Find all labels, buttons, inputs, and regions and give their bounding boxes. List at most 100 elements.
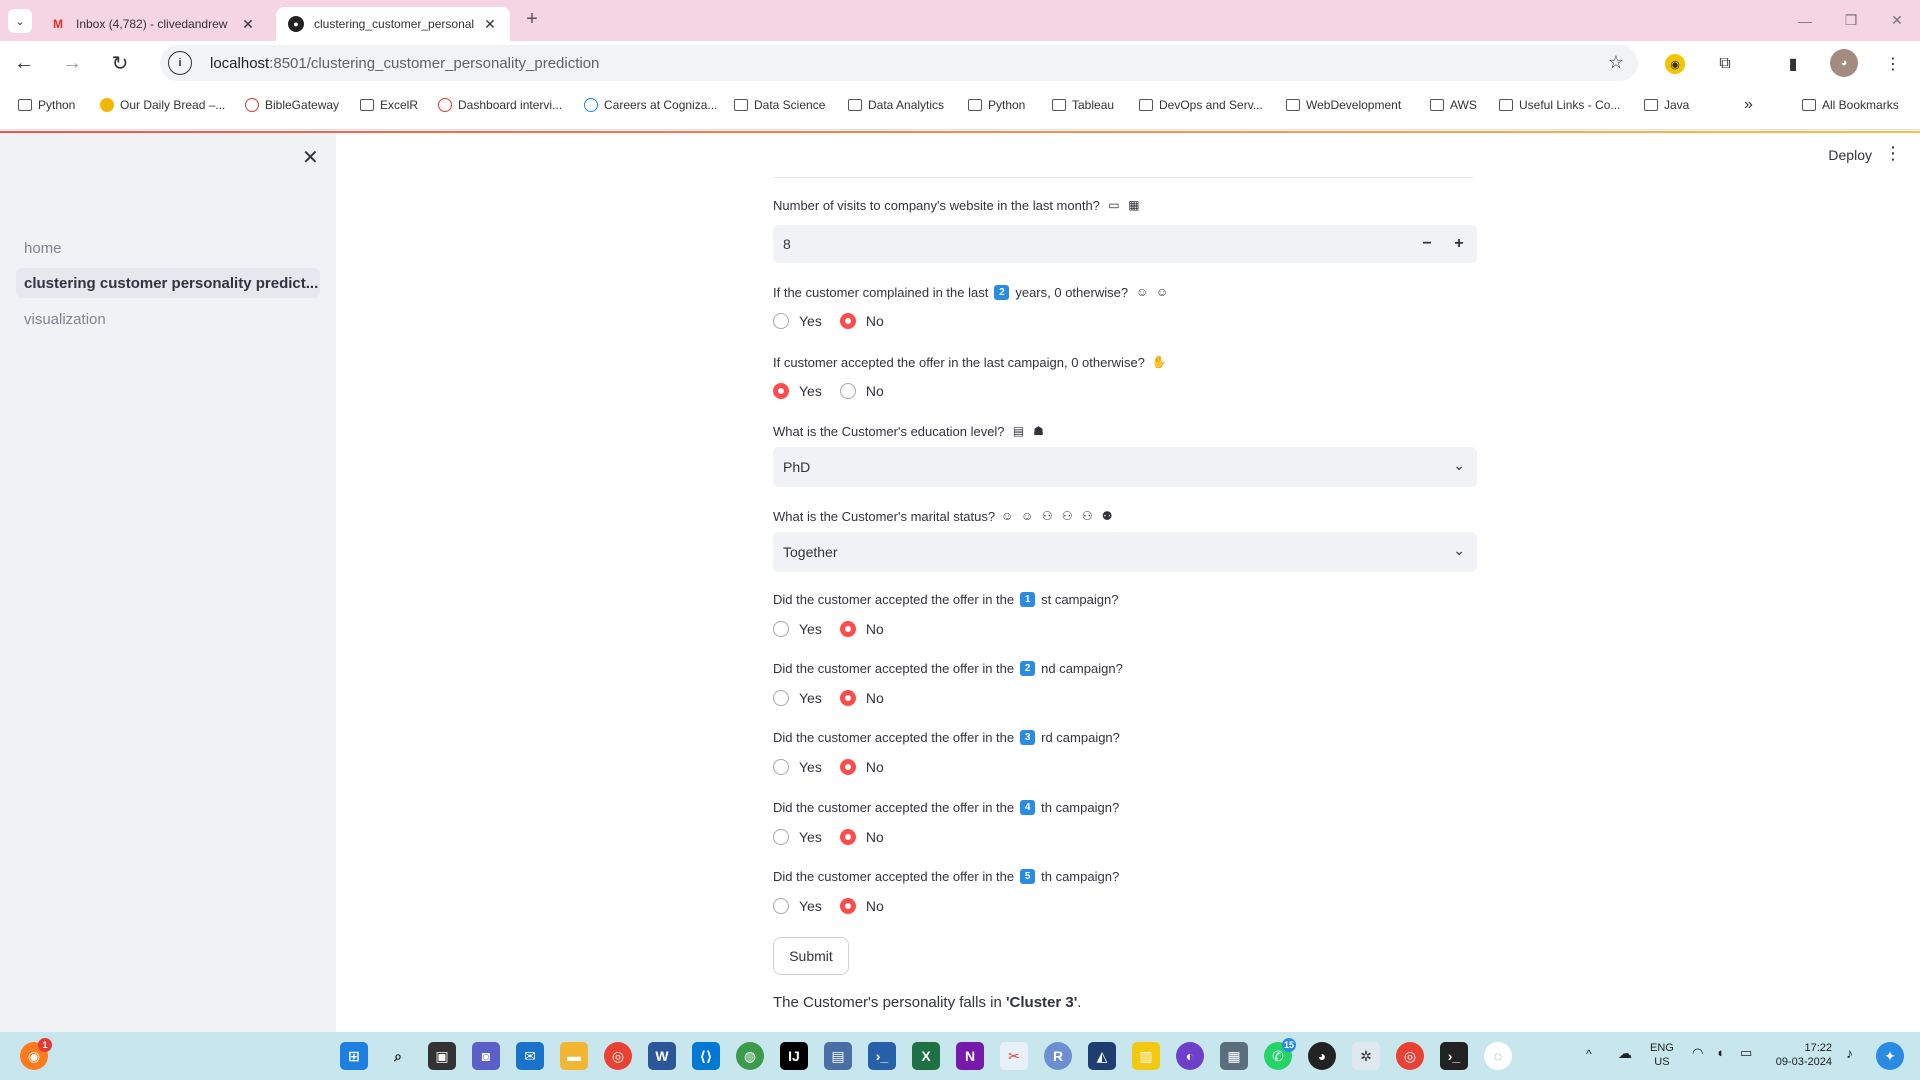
address-bar[interactable]: i localhost:8501/clustering_customer_per… [160, 45, 1638, 81]
intellij-icon[interactable]: IJ [780, 1042, 808, 1070]
campaign-1-option-no[interactable]: No [839, 621, 884, 637]
all-bookmarks[interactable]: All Bookmarks [1802, 98, 1899, 112]
decrement-button[interactable]: − [1415, 232, 1439, 256]
language-indicator[interactable]: ENG US [1650, 1041, 1674, 1069]
onedrive-icon[interactable]: ☁ [1618, 1046, 1632, 1060]
search-icon[interactable]: ⌕ [384, 1042, 412, 1070]
site-info-icon[interactable]: i [168, 51, 192, 75]
whatsapp-icon[interactable]: ✆ 15 [1264, 1038, 1296, 1070]
bookmark-java[interactable]: Java [1644, 98, 1689, 112]
profile-avatar[interactable]: ◕ [1830, 49, 1858, 77]
clock[interactable]: 17:22 09-03-2024 [1772, 1041, 1832, 1069]
response-option-no[interactable]: No [839, 383, 884, 399]
bookmark-python-2[interactable]: Python [968, 98, 1025, 112]
campaign-1-option-yes[interactable]: Yes [773, 621, 822, 637]
bookmark-star-icon[interactable]: ☆ [1608, 52, 1624, 73]
bookmark-biblegateway[interactable]: BibleGateway [245, 98, 339, 112]
task-view-icon[interactable]: ▣ [428, 1042, 456, 1070]
campaign-2-option-yes[interactable]: Yes [773, 690, 822, 706]
r-icon[interactable]: R [1044, 1042, 1072, 1070]
snip-app-icon[interactable]: ✂ [1000, 1042, 1028, 1070]
browser-icon[interactable]: ◍ [736, 1042, 764, 1070]
response-option-yes[interactable]: Yes [773, 383, 822, 399]
close-icon[interactable]: ✕ [482, 16, 498, 33]
bookmark-tableau[interactable]: Tableau [1052, 98, 1114, 112]
excel-icon[interactable]: X [912, 1042, 940, 1070]
vscode-icon[interactable]: ⟨⟩ [692, 1042, 720, 1070]
reload-icon[interactable]: ↻ [106, 49, 134, 77]
bookmark-our-daily-bread[interactable]: Our Daily Bread –... [100, 98, 225, 112]
url-text[interactable]: localhost:8501/clustering_customer_perso… [210, 55, 599, 72]
minimize-icon[interactable]: — [1782, 0, 1828, 41]
mysql-icon[interactable]: ◭ [1088, 1042, 1116, 1070]
volume-icon[interactable]: ◖ [1716, 1046, 1724, 1060]
mail-icon[interactable]: ✉ [516, 1042, 544, 1070]
deploy-button[interactable]: Deploy [1828, 147, 1872, 163]
powerbi-icon[interactable]: ▥ [1132, 1042, 1160, 1070]
main-menu-icon[interactable]: ⋮ [1884, 143, 1902, 164]
campaign-3-option-no[interactable]: No [839, 759, 884, 775]
loading-app-icon[interactable]: ◌ [1484, 1042, 1512, 1070]
settings-gear-icon[interactable]: ✲ [1352, 1042, 1380, 1070]
window-close-icon[interactable]: ✕ [1874, 0, 1920, 41]
campaign-5-option-no[interactable]: No [839, 898, 884, 914]
snipping-tool-icon[interactable]: ▤ [824, 1042, 852, 1070]
chrome-profile-icon[interactable]: ◎ [1396, 1042, 1424, 1070]
campaign-5-option-yes[interactable]: Yes [773, 898, 822, 914]
bookmark-excelr[interactable]: ExcelR [360, 98, 418, 112]
notifications-bell-icon[interactable]: ♪ [1846, 1046, 1853, 1060]
file-explorer-icon[interactable]: ▬ [560, 1042, 588, 1070]
side-panel-icon[interactable]: ▮ [1780, 51, 1806, 77]
back-icon[interactable]: ← [10, 49, 38, 77]
powershell-icon[interactable]: ›_ [868, 1042, 896, 1070]
campaign-2-option-no[interactable]: No [839, 690, 884, 706]
bookmark-python[interactable]: Python [18, 98, 75, 112]
bookmark-aws[interactable]: AWS [1430, 98, 1477, 112]
complain-option-no[interactable]: No [839, 313, 884, 329]
bookmark-dashboard[interactable]: Dashboard intervi... [438, 98, 562, 112]
visits-number-input[interactable]: 8 − + [773, 225, 1477, 263]
copilot-icon[interactable]: ✦ [1876, 1042, 1904, 1070]
puzzle-extensions-icon[interactable]: ⧉ [1712, 51, 1738, 77]
more-bookmarks-icon[interactable]: » [1744, 96, 1753, 114]
firefox-icon[interactable]: ◉ 1 [20, 1038, 52, 1070]
sidebar-item-clustering[interactable]: clustering customer personality predict.… [16, 268, 320, 298]
sidebar-item-visualization[interactable]: visualization [16, 304, 320, 334]
browser-menu-icon[interactable]: ⋮ [1880, 51, 1906, 77]
wifi-icon[interactable]: ◠ [1692, 1046, 1703, 1060]
sidebar-item-home[interactable]: home [16, 233, 320, 263]
forward-icon[interactable]: → [58, 49, 86, 77]
teams-icon[interactable]: ◙ [472, 1042, 500, 1070]
bookmark-webdevelopment[interactable]: WebDevelopment [1286, 98, 1401, 112]
campaign-4-option-no[interactable]: No [839, 829, 884, 845]
campaign-3-option-yes[interactable]: Yes [773, 759, 822, 775]
github-icon[interactable]: ◐ [1176, 1042, 1204, 1070]
close-sidebar-icon[interactable]: ✕ [302, 145, 319, 170]
new-tab-button[interactable]: + [520, 8, 544, 31]
education-select[interactable]: PhD ⌄ [773, 447, 1477, 487]
campaign-4-option-yes[interactable]: Yes [773, 829, 822, 845]
increment-button[interactable]: + [1447, 232, 1471, 256]
complain-option-yes[interactable]: Yes [773, 313, 822, 329]
calculator-icon[interactable]: ▦ [1220, 1042, 1248, 1070]
word-icon[interactable]: W [648, 1042, 676, 1070]
extension-icon[interactable]: ◉ [1662, 51, 1688, 77]
bookmark-useful-links[interactable]: Useful Links - Co... [1499, 98, 1620, 112]
bookmark-data-analytics[interactable]: Data Analytics [848, 98, 944, 112]
obs-icon[interactable]: ◕ [1308, 1042, 1336, 1070]
bookmark-devops[interactable]: DevOps and Serv... [1139, 98, 1263, 112]
close-icon[interactable]: ✕ [240, 16, 256, 33]
tab-search-button[interactable]: ⌄ [8, 9, 32, 33]
tab-inbox[interactable]: M Inbox (4,782) - clivedandrew ✕ [38, 7, 268, 41]
submit-button[interactable]: Submit [773, 937, 849, 975]
bookmark-cognizant[interactable]: Careers at Cogniza... [584, 98, 717, 112]
bookmark-data-science[interactable]: Data Science [734, 98, 825, 112]
show-hidden-icons[interactable]: ^ [1586, 1047, 1592, 1061]
onenote-icon[interactable]: N [956, 1042, 984, 1070]
windows-start-icon[interactable]: ⊞ [340, 1042, 368, 1070]
marital-select[interactable]: Together ⌄ [773, 532, 1477, 572]
chrome-icon[interactable]: ◎ [604, 1042, 632, 1070]
tab-clustering[interactable]: ● clustering_customer_personality ✕ [276, 7, 510, 41]
terminal-icon[interactable]: ›_ [1440, 1042, 1468, 1070]
restore-icon[interactable]: ❐ [1828, 0, 1874, 41]
